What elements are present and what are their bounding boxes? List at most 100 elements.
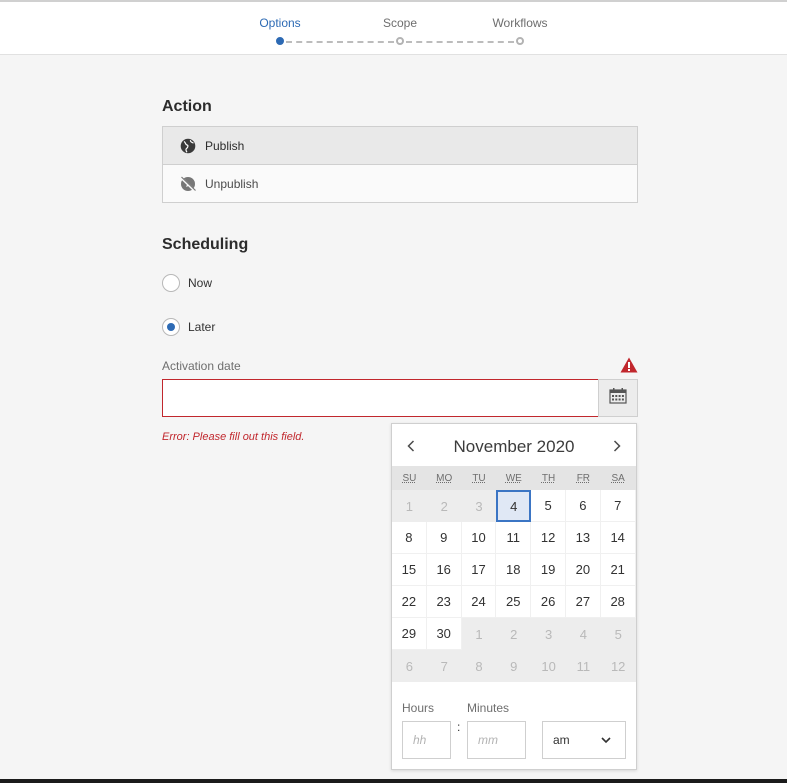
step-scope[interactable]: Scope xyxy=(383,16,417,30)
radio-later-label: Later xyxy=(188,320,216,334)
calendar-day[interactable]: 29 xyxy=(392,618,427,650)
unpublish-option[interactable]: Unpublish xyxy=(163,164,637,202)
calendar-day[interactable]: 20 xyxy=(565,554,601,586)
scheduling-heading: Scheduling xyxy=(162,236,249,253)
am-pm-value: am xyxy=(553,733,570,747)
calendar-month-title: November 2020 xyxy=(453,437,575,456)
publish-option[interactable]: Publish xyxy=(163,127,637,164)
next-month-button[interactable] xyxy=(607,436,627,456)
calendar-day-outside: 5 xyxy=(600,618,636,650)
weekday-header-row: SU MO TU WE TH FR SA xyxy=(392,466,636,490)
step-dot-scope[interactable] xyxy=(396,37,404,45)
radio-later[interactable]: Later xyxy=(162,318,215,336)
am-pm-select[interactable]: am xyxy=(542,721,626,759)
calendar-week-row: 29 30 1 2 3 4 5 xyxy=(392,618,636,650)
calendar-day-outside: 3 xyxy=(531,618,566,650)
calendar-day[interactable]: 19 xyxy=(531,554,566,586)
date-picker-popover: November 2020 SU MO TU WE TH FR SA 1 2 3 4 5 6 7 8 9 10 1… xyxy=(391,423,637,770)
calendar-day[interactable]: 24 xyxy=(461,586,497,618)
calendar-day[interactable]: 6 xyxy=(565,490,601,522)
calendar-day[interactable]: 4 xyxy=(496,490,532,522)
calendar-day[interactable]: 15 xyxy=(392,554,427,586)
alert-icon xyxy=(620,357,638,378)
calendar-day-outside: 7 xyxy=(426,650,462,682)
step-connector xyxy=(406,41,514,43)
calendar-day[interactable]: 8 xyxy=(392,522,427,554)
calendar-week-row: 6 7 8 9 10 11 12 xyxy=(392,650,636,682)
chevron-down-icon xyxy=(601,733,611,747)
calendar-day-outside: 8 xyxy=(461,650,497,682)
activation-date-label: Activation date xyxy=(162,359,241,373)
calendar-day-outside: 2 xyxy=(496,618,532,650)
calendar-day-outside: 3 xyxy=(461,490,497,522)
calendar-day-outside: 4 xyxy=(565,618,601,650)
calendar-grid: SU MO TU WE TH FR SA 1 2 3 4 5 6 7 8 9 10 11 12 13 14 15 16 17 1… xyxy=(392,466,636,682)
calendar-day[interactable]: 7 xyxy=(600,490,636,522)
calendar-day-outside: 9 xyxy=(496,650,532,682)
step-connector xyxy=(286,41,394,43)
time-separator: : xyxy=(457,720,461,734)
calendar-day[interactable]: 11 xyxy=(496,522,532,554)
step-dot-options[interactable] xyxy=(276,37,284,45)
radio-now-circle[interactable] xyxy=(162,274,180,292)
calendar-day[interactable]: 27 xyxy=(565,586,601,618)
calendar-day[interactable]: 13 xyxy=(565,522,601,554)
calendar-day[interactable]: 12 xyxy=(531,522,566,554)
calendar-button[interactable] xyxy=(598,379,638,417)
error-message: Error: Please fill out this field. xyxy=(162,431,305,443)
calendar-day[interactable]: 10 xyxy=(461,522,497,554)
calendar-day-outside: 1 xyxy=(461,618,497,650)
weekday-label: TU xyxy=(461,466,497,490)
calendar-day[interactable]: 21 xyxy=(600,554,636,586)
calendar-week-row: 15 16 17 18 19 20 21 xyxy=(392,554,636,586)
radio-now-label: Now xyxy=(188,276,213,290)
calendar-week-row: 8 9 10 11 12 13 14 xyxy=(392,522,636,554)
calendar-day[interactable]: 14 xyxy=(600,522,636,554)
weekday-label: SU xyxy=(392,466,427,490)
calendar-header: November 2020 xyxy=(392,424,636,466)
activation-date-input[interactable] xyxy=(162,379,599,417)
bottom-border xyxy=(0,779,787,783)
calendar-week-row: 1234567 xyxy=(392,490,636,522)
weekday-label: WE xyxy=(496,466,532,490)
calendar-day[interactable]: 28 xyxy=(600,586,636,618)
calendar-day[interactable]: 18 xyxy=(496,554,532,586)
calendar-day[interactable]: 30 xyxy=(426,618,462,650)
weekday-label: FR xyxy=(565,466,601,490)
calendar-day[interactable]: 16 xyxy=(426,554,462,586)
weekday-label: MO xyxy=(426,466,462,490)
calendar-day-outside: 11 xyxy=(565,650,601,682)
minutes-input[interactable]: mm xyxy=(467,721,526,759)
step-dot-workflows[interactable] xyxy=(516,37,524,45)
calendar-day[interactable]: 25 xyxy=(496,586,532,618)
minutes-label: Minutes xyxy=(467,701,510,715)
time-picker: Hours Minutes hh : mm am xyxy=(392,684,636,769)
unpublish-label: Unpublish xyxy=(205,176,259,191)
calendar-day[interactable]: 26 xyxy=(531,586,566,618)
globe-off-icon xyxy=(179,175,197,193)
step-workflows[interactable]: Workflows xyxy=(492,16,547,30)
hours-label: Hours xyxy=(402,701,435,715)
radio-later-circle[interactable] xyxy=(162,318,180,336)
calendar-day-outside: 10 xyxy=(531,650,566,682)
calendar-day-outside: 1 xyxy=(392,490,427,522)
wizard-steps: Options Scope Workflows xyxy=(0,2,787,55)
step-options[interactable]: Options xyxy=(259,16,300,30)
weekday-label: SA xyxy=(600,466,636,490)
calendar-day-outside: 12 xyxy=(600,650,636,682)
calendar-day[interactable]: 23 xyxy=(426,586,462,618)
calendar-day-outside: 6 xyxy=(392,650,427,682)
chevron-right-icon xyxy=(613,440,621,452)
calendar-icon xyxy=(609,387,627,409)
calendar-day[interactable]: 5 xyxy=(531,490,566,522)
radio-now[interactable]: Now xyxy=(162,274,212,292)
calendar-day[interactable]: 9 xyxy=(426,522,462,554)
calendar-day[interactable]: 17 xyxy=(461,554,497,586)
action-list: Publish Unpublish xyxy=(162,126,638,203)
publish-label: Publish xyxy=(205,138,245,153)
calendar-week-row: 22 23 24 25 26 27 28 xyxy=(392,586,636,618)
calendar-day[interactable]: 22 xyxy=(392,586,427,618)
weekday-label: TH xyxy=(531,466,566,490)
action-heading: Action xyxy=(162,98,212,115)
hours-input[interactable]: hh xyxy=(402,721,451,759)
